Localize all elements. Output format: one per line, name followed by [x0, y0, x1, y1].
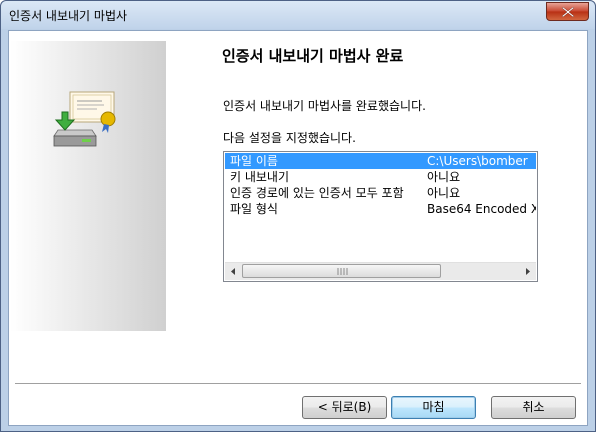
cancel-button[interactable]: 취소 — [491, 396, 576, 419]
wizard-page: 인증서 내보내기 마법사 완료 인증서 내보내기 마법사를 완료했습니다. 다음… — [8, 30, 588, 426]
settings-list[interactable]: 파일 이름 C:\Users\bomber 키 내보내기 아니요 인증 경로에 … — [223, 151, 538, 282]
back-button[interactable]: < 뒤로(B) — [302, 396, 387, 419]
scroll-left-arrow-icon[interactable] — [225, 263, 242, 280]
setting-name: 인증 경로에 있는 인증서 모두 포함 — [230, 186, 404, 200]
list-item-export-key[interactable]: 키 내보내기 아니요 — [225, 169, 536, 185]
setting-name: 파일 형식 — [230, 202, 278, 216]
list-item-file-format[interactable]: 파일 형식 Base64 Encoded X.509 (.CER) — [225, 201, 536, 217]
setting-value: 아니요 — [427, 170, 461, 184]
setting-value: C:\Users\bomber — [427, 154, 528, 168]
list-item-file-name[interactable]: 파일 이름 C:\Users\bomber — [225, 153, 536, 169]
grip-icon — [337, 268, 348, 275]
list-item-include-path[interactable]: 인증 경로에 있는 인증서 모두 포함 아니요 — [225, 185, 536, 201]
finish-button[interactable]: 마침 — [391, 396, 476, 419]
window-title: 인증서 내보내기 마법사 — [9, 9, 128, 23]
close-icon — [562, 7, 574, 17]
wizard-side-panel — [10, 41, 166, 331]
page-title: 인증서 내보내기 마법사 완료 — [222, 47, 404, 65]
setting-name: 파일 이름 — [230, 154, 278, 168]
setting-value: 아니요 — [427, 186, 461, 200]
certificate-export-icon — [53, 91, 116, 147]
setting-name: 키 내보내기 — [230, 170, 290, 184]
title-bar[interactable]: 인증서 내보내기 마법사 — [1, 1, 595, 29]
horizontal-scrollbar[interactable] — [225, 262, 536, 280]
completion-message: 인증서 내보내기 마법사를 완료했습니다. — [223, 99, 426, 113]
close-button[interactable] — [546, 2, 589, 21]
divider — [15, 383, 581, 385]
setting-value: Base64 Encoded X.509 (.CER) — [427, 202, 536, 216]
scroll-right-arrow-icon[interactable] — [519, 263, 536, 280]
wizard-window: 인증서 내보내기 마법사 인증서 내보내기 마법사 완료 인증서 내보내기 마법… — [0, 0, 596, 432]
scrollbar-thumb[interactable] — [242, 264, 441, 278]
settings-label: 다음 설정을 지정했습니다. — [223, 131, 356, 145]
